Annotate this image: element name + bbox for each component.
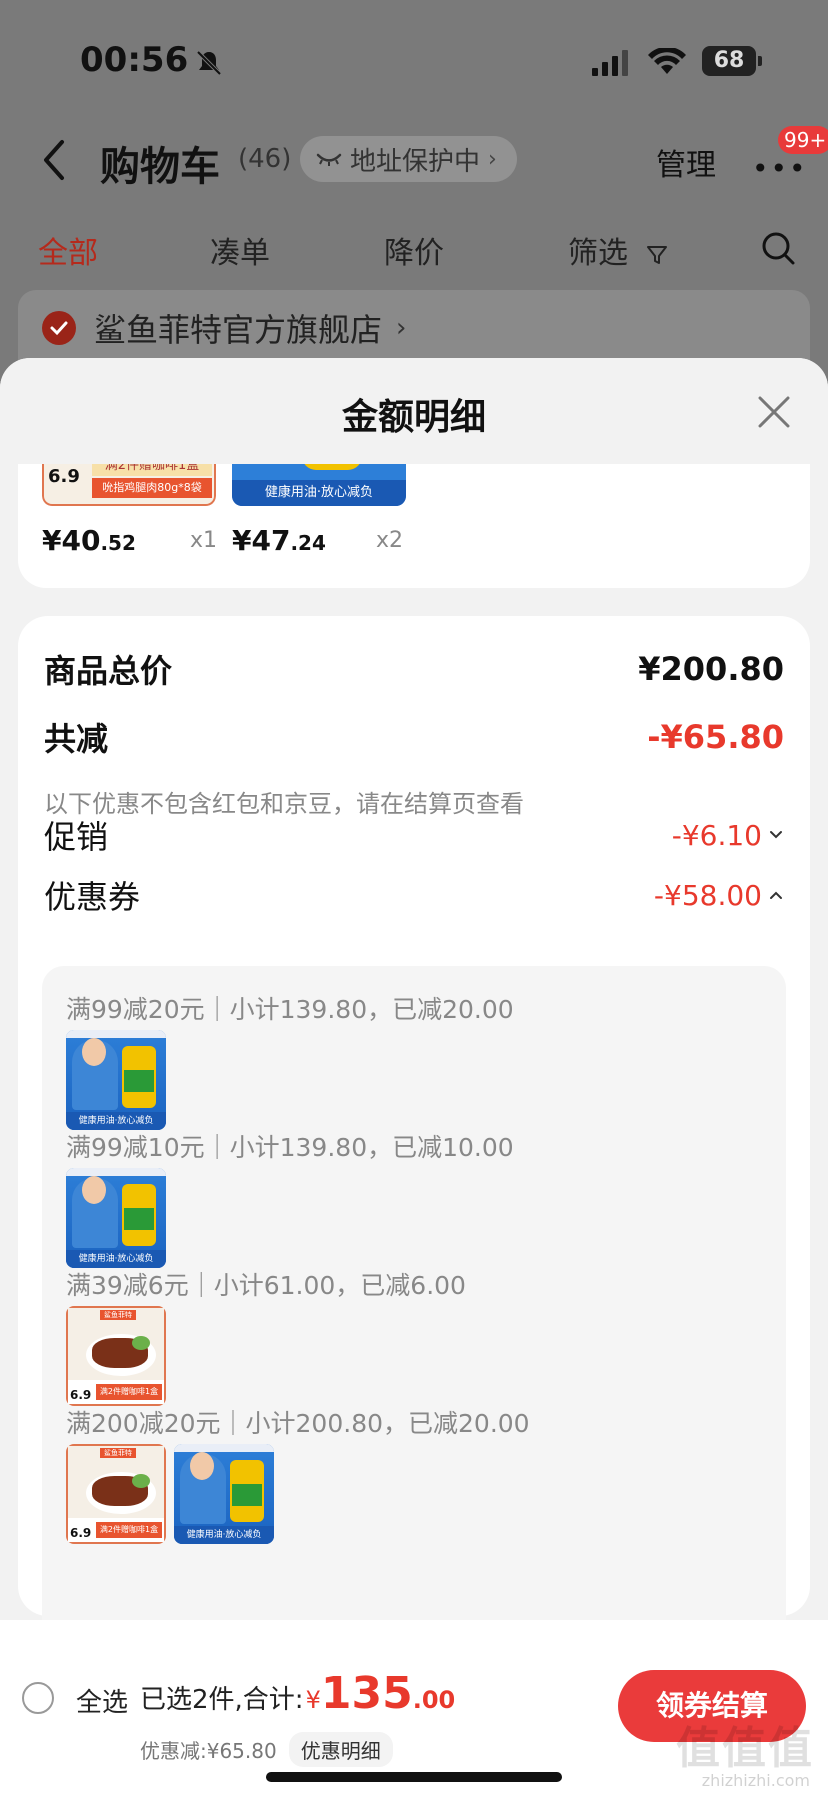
- chevron-up-icon: [770, 891, 782, 899]
- item-promo: 健康用油·放心减负: [232, 480, 406, 506]
- wifi-icon: [648, 48, 686, 74]
- coupon-product-thumb[interactable]: 健康用油·放心减负: [66, 1168, 166, 1268]
- reduce-row: 共减 -¥65.80: [44, 714, 784, 760]
- close-icon[interactable]: [756, 394, 792, 430]
- coupon-breakdown: 满99减20元｜小计139.80，已减20.00 健康用油·放心减负 满99减1…: [42, 966, 786, 1646]
- total-price-value: ¥200.80: [638, 650, 784, 688]
- battery-icon: 68: [702, 46, 756, 76]
- product-thumb-oil[interactable]: 健康用油·放心减负: [232, 464, 406, 506]
- store-checkbox[interactable]: [42, 311, 76, 345]
- total-price-row: 商品总价 ¥200.80: [44, 646, 784, 692]
- address-protect-pill[interactable]: 地址保护中 ›: [300, 136, 517, 182]
- nav-bar: 购物车 (46) 地址保护中 › 管理 ••• 99+: [0, 126, 828, 190]
- eye-closed-icon: [316, 153, 342, 166]
- checkmark-icon: [50, 321, 68, 336]
- filter-tabs: 全部 凑单 降价 筛选: [0, 228, 828, 274]
- tab-price-drop[interactable]: 降价: [384, 228, 444, 272]
- coupon-label: 优惠券: [44, 878, 141, 916]
- total-amount-int: 135: [320, 1668, 413, 1719]
- total-currency: ¥: [305, 1686, 321, 1714]
- watermark-url: zhizhizhi.com: [701, 1771, 810, 1790]
- select-all-label[interactable]: 全选: [76, 1682, 128, 1719]
- discount-text: 优惠减:¥65.80: [140, 1739, 277, 1763]
- watermark: 值值值: [676, 1723, 814, 1774]
- battery-tip: [758, 56, 762, 66]
- reduce-value: -¥65.80: [647, 718, 784, 756]
- address-protect-label: 地址保护中: [350, 146, 481, 177]
- back-icon[interactable]: [40, 138, 70, 182]
- selected-summary: 已选2件,合计: ¥ 135 .00: [140, 1668, 455, 1719]
- thumb-price: 6.9: [70, 1388, 92, 1402]
- chevron-right-icon: ›: [396, 313, 407, 343]
- chevron-down-icon: [770, 831, 782, 839]
- coupon-product-thumb[interactable]: 健康用油·放心减负: [174, 1444, 274, 1544]
- bell-muted-icon: [196, 50, 222, 76]
- reduce-label: 共减: [44, 720, 109, 758]
- filter-icon: [646, 245, 667, 264]
- coupon-product-thumb[interactable]: 鲨鱼菲特 6.9 满2件赠咖啡1盒: [66, 1306, 166, 1406]
- chevron-right-icon: ›: [488, 146, 497, 172]
- item-price-int: ¥40: [42, 524, 101, 557]
- store-row[interactable]: 鲨鱼菲特官方旗舰店 ›: [18, 290, 810, 366]
- search-icon[interactable]: [760, 230, 796, 266]
- message-badge: 99+: [778, 126, 828, 154]
- item-qty: x2: [376, 528, 404, 553]
- page-title: 购物车: [100, 144, 220, 190]
- tab-all[interactable]: 全部: [38, 228, 98, 272]
- item-promo: 满2件赠咖啡1盒: [92, 464, 212, 476]
- coupon-line: 满39减6元｜小计61.00，已减6.00: [66, 1271, 466, 1300]
- signal-icon: [592, 50, 628, 76]
- thumb-promo: 满2件赠咖啡1盒: [96, 1522, 162, 1538]
- sheet-header: 金额明细: [0, 358, 828, 464]
- thumb-brand: 鲨鱼菲特: [100, 1448, 136, 1458]
- discount-detail-link[interactable]: 优惠明细: [288, 1732, 393, 1767]
- coupon-line: 满99减10元｜小计139.80，已减10.00: [66, 1133, 514, 1162]
- item-price-tag: 6.9: [48, 466, 80, 487]
- coupon-value-wrap: -¥58.00: [654, 879, 784, 912]
- total-price-label: 商品总价: [44, 652, 173, 690]
- item-promo-sub: 吮指鸡腿肉80g*8袋: [92, 478, 212, 498]
- promo-label: 促销: [44, 818, 109, 856]
- coupon-line: 满99减20元｜小计139.80，已减20.00: [66, 995, 514, 1024]
- promo-value: -¥6.10: [671, 818, 762, 852]
- selected-items-card: 6.9 满2件赠咖啡1盒 吮指鸡腿肉80g*8袋 ¥40.52 x1 健康用油·…: [18, 464, 810, 588]
- tab-filter[interactable]: 筛选: [568, 228, 668, 272]
- thumb-brand: 鲨鱼菲特: [100, 1310, 136, 1320]
- sheet-title: 金额明细: [341, 397, 486, 438]
- promo-row[interactable]: 促销 -¥6.10: [44, 812, 784, 858]
- tab-bundle[interactable]: 凑单: [210, 228, 270, 272]
- promo-value-wrap: -¥6.10: [672, 819, 784, 852]
- coupon-value: -¥58.00: [653, 878, 762, 912]
- item-price-dec: .24: [290, 531, 326, 555]
- more-icon[interactable]: •••: [752, 152, 808, 185]
- coupon-row[interactable]: 优惠券 -¥58.00: [44, 872, 784, 918]
- thumb-strip: 健康用油·放心减负: [174, 1526, 274, 1544]
- item-qty: x1: [190, 528, 218, 553]
- manage-button[interactable]: 管理: [656, 140, 716, 184]
- item-price: ¥40.52: [42, 524, 136, 557]
- store-name: 鲨鱼菲特官方旗舰店: [94, 311, 383, 349]
- item-price: ¥47.24: [232, 524, 326, 557]
- status-bar: 00:56 68: [0, 40, 828, 84]
- tab-filter-label: 筛选: [568, 236, 628, 271]
- checkout-bar: 全选 已选2件,合计: ¥ 135 .00 优惠减:¥65.80 优惠明细 领券…: [0, 1620, 828, 1796]
- home-indicator: [266, 1772, 562, 1782]
- thumb-promo: 满2件赠咖啡1盒: [96, 1384, 162, 1400]
- status-time: 00:56: [80, 40, 189, 80]
- coupon-product-thumb[interactable]: 健康用油·放心减负: [66, 1030, 166, 1130]
- coupon-product-thumb[interactable]: 鲨鱼菲特 6.9 满2件赠咖啡1盒: [66, 1444, 166, 1544]
- item-price-dec: .52: [100, 531, 136, 555]
- amount-detail-card: 商品总价 ¥200.80 共减 -¥65.80 以下优惠不包含红包和京豆，请在结…: [18, 616, 810, 1646]
- discount-line: 优惠减:¥65.80 优惠明细: [140, 1732, 393, 1767]
- select-all-radio[interactable]: [22, 1682, 54, 1714]
- product-thumb-chicken[interactable]: 6.9 满2件赠咖啡1盒 吮指鸡腿肉80g*8袋: [42, 464, 216, 506]
- thumb-price: 6.9: [70, 1526, 92, 1540]
- amount-detail-sheet: 金额明细 6.9 满2件赠咖啡1盒 吮指鸡腿肉80g*8袋 ¥40.52 x1 …: [0, 358, 828, 1796]
- coupon-line: 满200减20元｜小计200.80，已减20.00: [66, 1409, 530, 1438]
- selected-text: 已选2件,合计:: [140, 1685, 304, 1715]
- cart-count: (46): [238, 144, 292, 174]
- item-price-int: ¥47: [232, 524, 291, 557]
- total-amount-dec: .00: [412, 1686, 456, 1714]
